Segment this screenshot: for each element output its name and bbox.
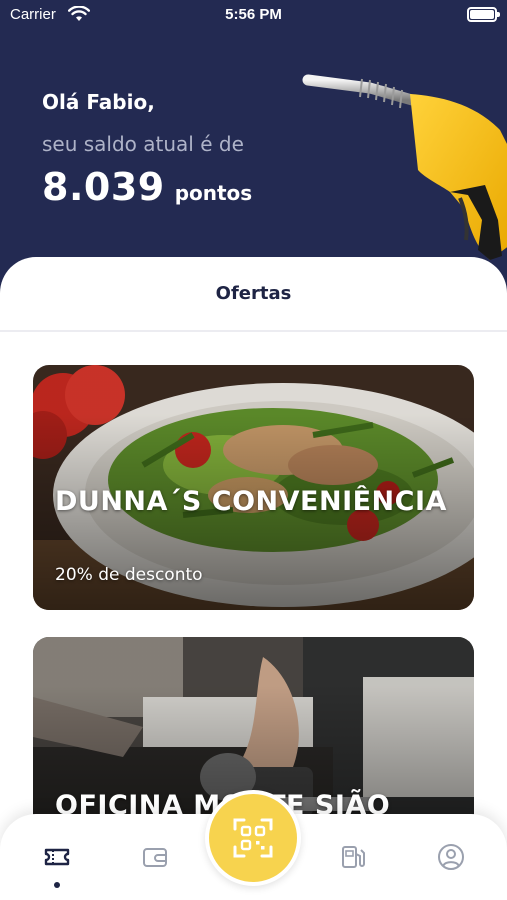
fuel-nozzle-illustration	[302, 74, 507, 260]
fuel-pump-icon	[342, 846, 365, 868]
offer-card-dunnas[interactable]: DUNNA´S CONVENIÊNCIA 20% de desconto	[33, 365, 474, 610]
balance-subtitle: seu saldo atual é de	[42, 132, 244, 156]
offers-title: Ofertas	[215, 283, 292, 304]
tab-wallet[interactable]	[138, 840, 172, 874]
offers-header: Ofertas	[0, 257, 507, 332]
points-balance: 8.039 pontos	[42, 165, 252, 209]
wallet-icon	[143, 848, 167, 867]
ticket-icon	[44, 848, 70, 866]
battery-icon	[467, 7, 500, 22]
status-time: 5:56 PM	[225, 6, 282, 23]
offer-title: DUNNA´S CONVENIÊNCIA	[55, 486, 447, 517]
status-bar: Carrier 5:56 PM	[0, 0, 507, 32]
points-unit: pontos	[174, 181, 253, 205]
points-value: 8.039	[42, 165, 165, 209]
tab-fuel[interactable]	[336, 840, 370, 874]
user-icon	[438, 844, 464, 870]
greeting-text: Olá Fabio,	[42, 90, 155, 114]
qr-scan-button[interactable]	[205, 790, 301, 886]
qr-code-icon	[233, 818, 273, 858]
tab-tickets[interactable]	[40, 840, 74, 874]
active-tab-indicator	[54, 882, 60, 888]
header: Carrier 5:56 PM Olá Fabio, seu saldo atu…	[0, 0, 507, 300]
offer-discount: 20% de desconto	[55, 565, 203, 585]
tab-profile[interactable]	[434, 840, 468, 874]
